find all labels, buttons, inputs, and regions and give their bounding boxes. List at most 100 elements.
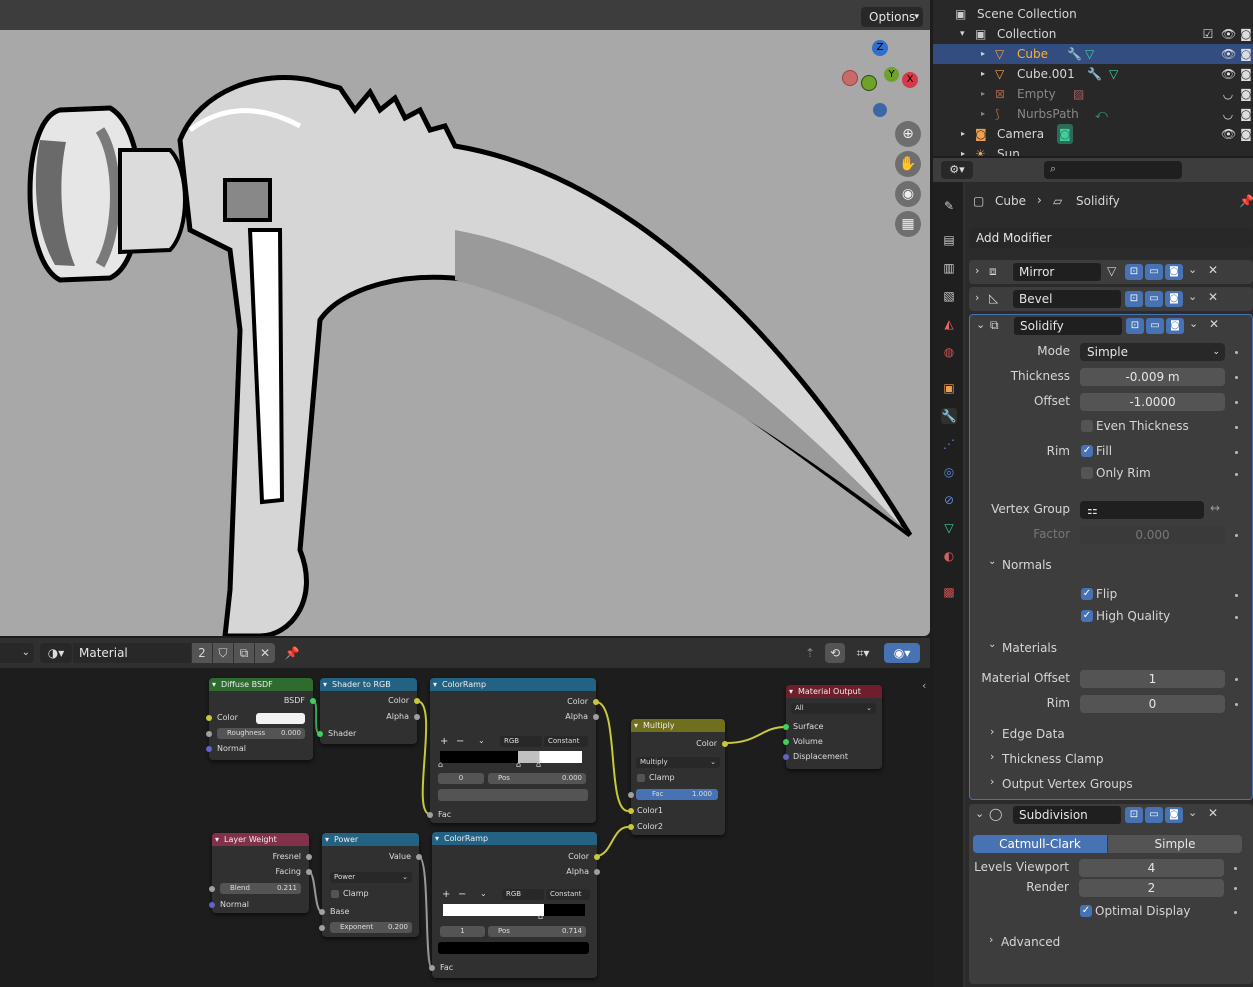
keyframe-dot[interactable] [1235, 703, 1238, 706]
ramp-stop-handle[interactable]: ⌂ [516, 760, 521, 769]
remove-stop-icon[interactable]: − [458, 889, 466, 900]
gizmo-neg-x[interactable] [842, 70, 858, 86]
interpolation-dropdown[interactable]: Constant [544, 736, 588, 747]
render-toggle-icon[interactable]: ◙ [1165, 807, 1183, 823]
texture-tab-icon[interactable]: ▩ [941, 584, 957, 600]
keyframe-dot[interactable] [1235, 473, 1238, 476]
socket-alpha-out[interactable] [414, 714, 420, 720]
node-math-power[interactable]: Power Value Power ⌄ Clamp Base Exponent 0.… [319, 833, 422, 937]
eye-icon[interactable]: 👁 [1221, 64, 1236, 84]
camera-icon[interactable]: ◉ [895, 181, 921, 207]
eye-icon[interactable]: 👁 [1221, 124, 1236, 144]
outliner-item-cube001[interactable]: ▸ ▽ Cube.001 🔧 ▽ 👁 ◙ [933, 64, 1253, 84]
outliner-item-collection[interactable]: ▾ ▣ Collection ☑ 👁 ◙ [933, 24, 1253, 44]
socket-fac-in[interactable] [429, 965, 435, 971]
3d-viewport[interactable]: Options ▾ Z Y X ⊕ ✋ ◉ ▦ [0, 0, 930, 636]
material-offset-field[interactable]: 1 [1080, 670, 1225, 688]
keyframe-dot[interactable] [1235, 426, 1238, 429]
socket-color1-in[interactable] [628, 808, 634, 814]
socket-value-out[interactable] [416, 854, 422, 860]
color-swatch[interactable] [256, 713, 305, 724]
node-diffuse-bsdf[interactable]: Diffuse BSDF BSDF Color Roughness 0.000 N… [206, 678, 316, 760]
gizmo-x-axis[interactable]: X [902, 72, 918, 88]
color-mode-dropdown[interactable]: RGB [500, 736, 542, 747]
socket-color-out[interactable] [594, 854, 600, 860]
chevron-right-icon[interactable]: › [990, 725, 994, 738]
gizmo-y-axis[interactable]: Y [884, 67, 899, 82]
modifier-tab-icon[interactable]: 🔧 [941, 408, 957, 424]
color-ramp-gradient[interactable] [440, 751, 582, 763]
gizmo-neg-z[interactable] [873, 103, 887, 117]
chevron-down-icon[interactable]: ⌄ [975, 807, 984, 820]
outliner-item-sun[interactable]: ▸ ☀ Sun [933, 144, 1253, 156]
render-toggle-icon[interactable]: ◙ [1166, 318, 1184, 334]
edit-mode-icon[interactable]: ▽ [1107, 264, 1116, 278]
eye-icon[interactable]: 👁 [1221, 44, 1236, 64]
render-toggle-icon[interactable]: ◙ [1165, 264, 1183, 280]
stop-position-field[interactable]: Pos 0.714 [488, 926, 586, 937]
camera-render-icon[interactable]: ◙ [1239, 124, 1253, 144]
chevron-right-icon[interactable]: › [990, 775, 994, 788]
fac-field[interactable]: Fac 1.000 [636, 789, 718, 800]
keyframe-dot[interactable] [1235, 534, 1238, 537]
cage-toggle-icon[interactable]: ⊡ [1125, 264, 1143, 280]
node-colorramp-2[interactable]: ColorRamp Color Alpha + − ⌄ RGB Constant… [429, 832, 600, 978]
socket-base-in[interactable] [319, 909, 325, 915]
keyframe-dot[interactable] [1235, 678, 1238, 681]
cage-toggle-icon[interactable]: ⊡ [1125, 807, 1143, 823]
modifier-solidify[interactable]: ⌄ ⧉ Solidify ⊡ ▭ ◙ ⌄ ✕ Mode Simple ⌄ Thic… [969, 314, 1253, 800]
stop-position-field[interactable]: Pos 0.000 [488, 773, 586, 784]
remove-stop-icon[interactable]: − [456, 736, 464, 747]
socket-color2-in[interactable] [628, 824, 634, 830]
constraints-tab-icon[interactable]: ⊘ [941, 492, 957, 508]
chevron-down-icon[interactable]: ⌄ [480, 889, 487, 898]
clamp-checkbox[interactable] [331, 890, 339, 898]
keyframe-dot[interactable] [1235, 376, 1238, 379]
outliner-scene-collection[interactable]: ▣ Scene Collection [933, 4, 1253, 24]
only-rim-checkbox[interactable] [1081, 467, 1093, 479]
color-ramp-gradient[interactable] [443, 904, 585, 916]
socket-normal-in[interactable] [206, 746, 212, 752]
socket-blend-in[interactable] [209, 886, 215, 892]
chevron-down-icon[interactable]: ⌄ [478, 736, 485, 745]
levels-viewport-field[interactable]: 4 [1079, 859, 1224, 877]
modifier-name-field[interactable]: Mirror [1013, 263, 1101, 281]
modifier-mirror[interactable]: › ⧈ Mirror ▽ ⊡ ▭ ◙ ⌄ ✕ [969, 260, 1253, 284]
socket-alpha-out[interactable] [593, 714, 599, 720]
chevron-down-icon[interactable]: ⌄ [1189, 317, 1198, 330]
camera-render-icon[interactable]: ◙ [1239, 64, 1253, 84]
hand-pan-icon[interactable]: ✋ [895, 151, 921, 177]
node-mix-multiply[interactable]: Multiply Color Multiply⌄ Clamp Fac1.000 … [628, 719, 728, 835]
keyframe-dot[interactable] [1234, 867, 1237, 870]
render-tab-icon[interactable]: ▤ [941, 232, 957, 248]
keyframe-dot[interactable] [1234, 887, 1237, 890]
add-modifier-dropdown[interactable]: Add Modifier [969, 228, 1253, 248]
socket-shader-in[interactable] [317, 731, 323, 737]
modifier-name-field[interactable]: Solidify [1014, 317, 1122, 335]
gizmo-neg-y[interactable] [861, 75, 877, 91]
shader-node-editor[interactable]: ⌄ ◑▾ Material 2 ⛉ ⧉ ✕ 📌 ⇡ ⟲ ⌗▾ ◉▾ ‹ Diff… [0, 638, 930, 987]
chevron-right-icon[interactable]: › [989, 933, 993, 946]
modifier-name-field[interactable]: Subdivision [1013, 806, 1121, 824]
stop-index-field[interactable]: 0 [438, 773, 484, 784]
clamp-checkbox[interactable] [637, 774, 645, 782]
cage-toggle-icon[interactable]: ⊡ [1126, 318, 1144, 334]
socket-color-out[interactable] [414, 698, 420, 704]
viewport-toggle-icon[interactable]: ▭ [1145, 291, 1163, 307]
editor-type-dropdown[interactable]: ⚙▾ [941, 161, 973, 179]
grid-perspective-icon[interactable]: ▦ [895, 211, 921, 237]
material-tab-icon[interactable]: ◐ [941, 548, 957, 564]
modifier-bevel[interactable]: › ◺ Bevel ⊡ ▭ ◙ ⌄ ✕ [969, 287, 1253, 311]
stop-color-swatch[interactable] [438, 942, 589, 954]
socket-color-out[interactable] [593, 699, 599, 705]
socket-fresnel-out[interactable] [306, 854, 312, 860]
close-icon[interactable]: ✕ [1208, 806, 1218, 820]
render-toggle-icon[interactable]: ◙ [1165, 291, 1183, 307]
fill-checkbox[interactable]: ✓ [1081, 445, 1093, 457]
pin-icon[interactable]: 📌 [1239, 194, 1253, 208]
chevron-down-icon[interactable]: ⌄ [988, 639, 996, 650]
exponent-field[interactable]: Exponent 0.200 [330, 922, 412, 933]
optimal-display-checkbox[interactable]: ✓ [1080, 905, 1092, 917]
socket-bsdf-out[interactable] [310, 698, 316, 704]
output-tab-icon[interactable]: ▥ [941, 260, 957, 276]
